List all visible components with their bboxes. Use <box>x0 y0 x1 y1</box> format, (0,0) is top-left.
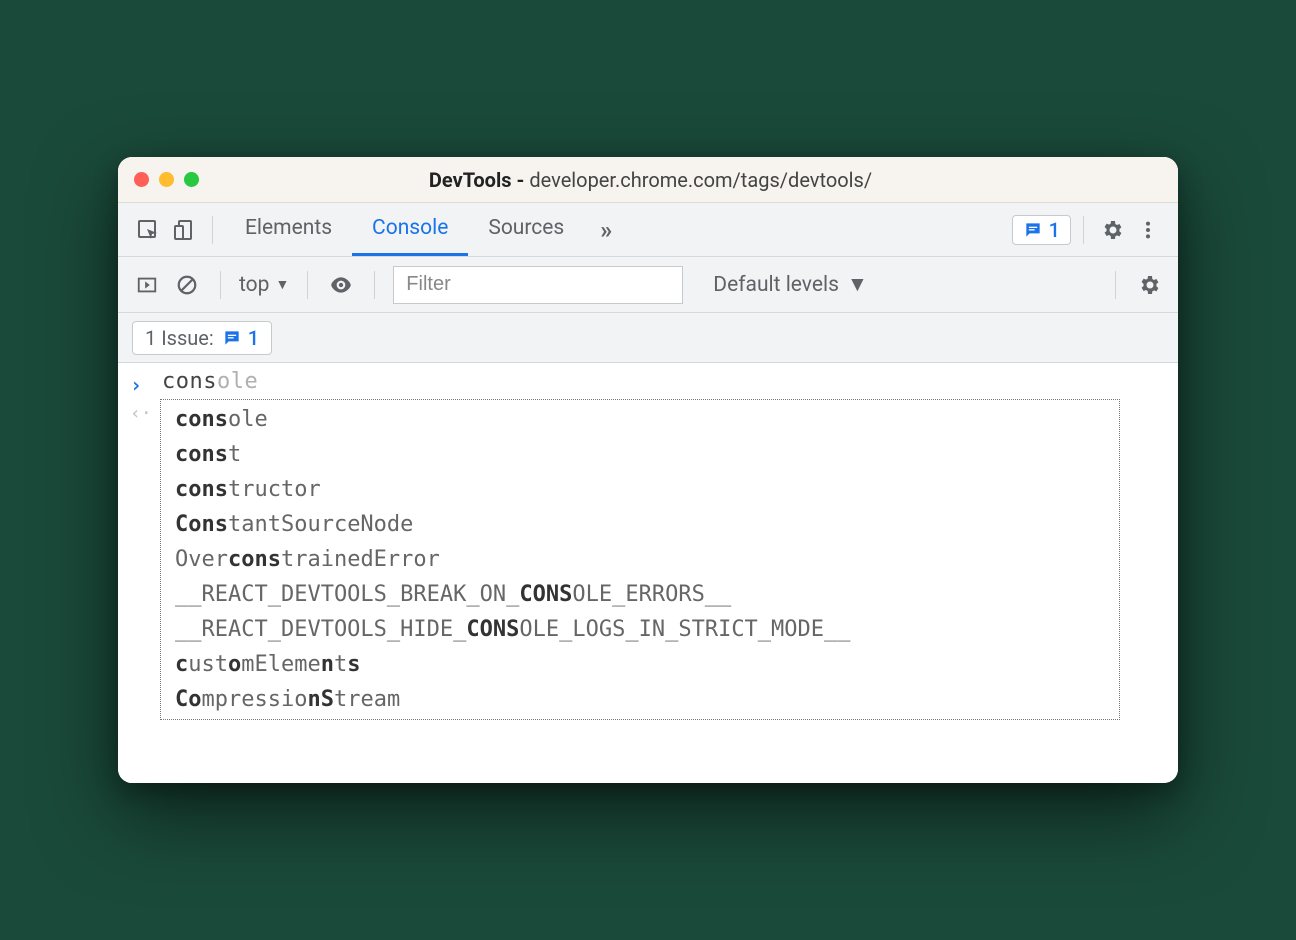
chevron-down-icon: ▼ <box>847 273 868 297</box>
autocomplete-item[interactable]: __REACT_DEVTOOLS_HIDE_CONSOLE_LOGS_IN_ST… <box>161 612 1119 647</box>
prompt-icon: › <box>130 369 162 397</box>
divider <box>374 271 375 299</box>
autocomplete-item[interactable]: console <box>161 402 1119 437</box>
console-input[interactable]: console <box>162 369 258 394</box>
more-menu-icon[interactable] <box>1132 214 1164 246</box>
tab-console[interactable]: Console <box>352 203 468 256</box>
settings-icon[interactable] <box>1096 214 1128 246</box>
divider <box>307 271 308 299</box>
console-settings-icon[interactable] <box>1134 270 1164 300</box>
autocomplete-item[interactable]: CompressionStream <box>161 682 1119 717</box>
divider <box>1115 271 1116 299</box>
console-body: › console ‹· consoleconstconstructorCons… <box>118 363 1178 783</box>
live-expression-icon[interactable] <box>326 270 356 300</box>
devtools-window: DevTools - developer.chrome.com/tags/dev… <box>118 157 1178 783</box>
device-toggle-icon[interactable] <box>168 214 200 246</box>
autocomplete-item[interactable]: __REACT_DEVTOOLS_BREAK_ON_CONSOLE_ERRORS… <box>161 577 1119 612</box>
clear-console-icon[interactable] <box>172 270 202 300</box>
autocomplete-item[interactable]: OverconstrainedError <box>161 542 1119 577</box>
filter-input[interactable] <box>393 266 683 304</box>
issues-chip[interactable]: 1 Issue: 1 <box>132 321 272 355</box>
divider <box>1083 216 1084 244</box>
message-icon <box>222 328 242 348</box>
autocomplete-item[interactable]: ConstantSourceNode <box>161 507 1119 542</box>
console-prompt[interactable]: › console <box>118 363 1178 399</box>
execution-context-selector[interactable]: top ▼ <box>239 273 289 297</box>
sidebar-toggle-icon[interactable] <box>132 270 162 300</box>
more-tabs-icon[interactable]: » <box>588 216 624 244</box>
tab-elements[interactable]: Elements <box>225 203 352 256</box>
autocomplete-popup: consoleconstconstructorConstantSourceNod… <box>160 399 1120 720</box>
divider <box>220 271 221 299</box>
tab-sources[interactable]: Sources <box>468 203 584 256</box>
return-icon: ‹· <box>130 399 162 424</box>
inspect-icon[interactable] <box>132 214 164 246</box>
main-toolbar: ElementsConsoleSources » 1 <box>118 203 1178 257</box>
panel-tabs: ElementsConsoleSources <box>225 203 584 256</box>
titlebar: DevTools - developer.chrome.com/tags/dev… <box>118 157 1178 203</box>
chevron-down-icon: ▼ <box>275 276 289 293</box>
issues-bar: 1 Issue: 1 <box>118 313 1178 363</box>
log-levels-selector[interactable]: Default levels ▼ <box>713 273 867 297</box>
issues-badge[interactable]: 1 <box>1012 215 1071 245</box>
issues-count: 1 <box>1049 218 1060 242</box>
divider <box>212 216 213 244</box>
autocomplete-item[interactable]: const <box>161 437 1119 472</box>
autocomplete-item[interactable]: constructor <box>161 472 1119 507</box>
window-title: DevTools - developer.chrome.com/tags/dev… <box>139 168 1162 192</box>
console-toolbar: top ▼ Default levels ▼ <box>118 257 1178 313</box>
message-icon <box>1023 220 1043 240</box>
autocomplete-item[interactable]: customElements <box>161 647 1119 682</box>
